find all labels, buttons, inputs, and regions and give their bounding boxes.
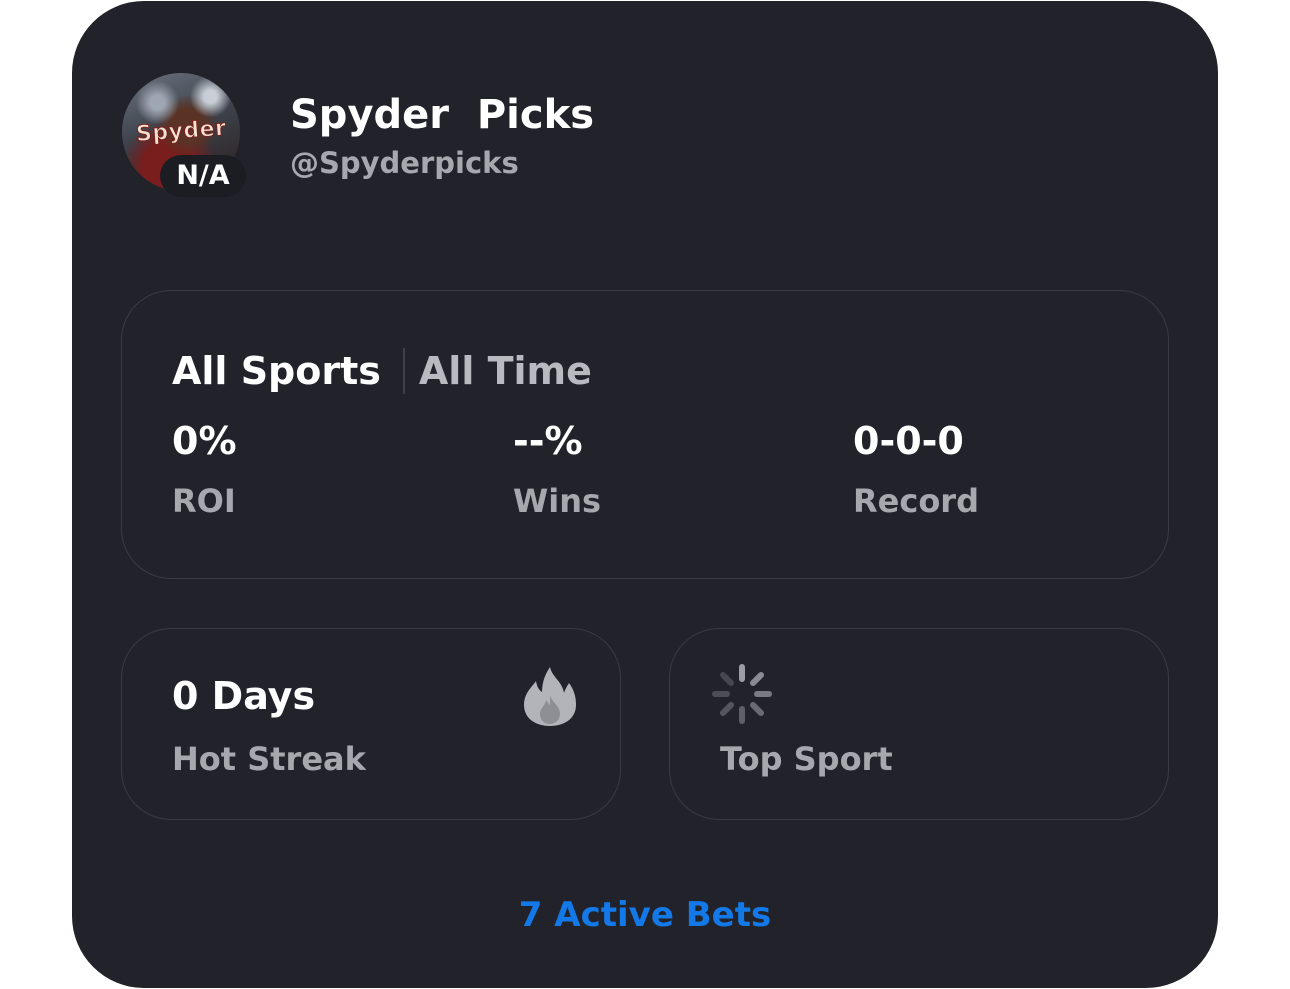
profile-name: Spyder Picks — [290, 92, 595, 138]
roi-label: ROI — [172, 482, 236, 520]
stats-panel: All Sports All Time 0% ROI --% Wins 0-0-… — [121, 290, 1169, 579]
time-filter[interactable]: All Time — [419, 343, 592, 399]
profile-card: Spyder N/A Spyder Picks @Spyderpicks All… — [72, 1, 1218, 988]
wins-stat: --% Wins — [513, 413, 601, 523]
hot-streak-label: Hot Streak — [172, 740, 366, 778]
hot-streak-value: 0 Days — [172, 674, 316, 718]
record-stat: 0-0-0 Record — [853, 413, 979, 523]
active-bets-link[interactable]: 7 Active Bets — [72, 891, 1218, 939]
top-sport-card[interactable]: Top Sport — [669, 628, 1169, 820]
wins-label: Wins — [513, 482, 602, 520]
sport-filter[interactable]: All Sports — [172, 343, 381, 399]
record-value: 0-0-0 — [853, 419, 964, 463]
hot-streak-card[interactable]: 0 Days Hot Streak — [121, 628, 621, 820]
wins-value: --% — [513, 419, 583, 463]
record-label: Record — [853, 482, 979, 520]
stats-filters: All Sports All Time — [172, 343, 592, 399]
profile-handle: @Spyderpicks — [290, 146, 519, 180]
filter-divider — [402, 348, 405, 394]
rank-badge: N/A — [160, 155, 246, 197]
avatar-container[interactable]: Spyder N/A — [122, 73, 246, 197]
top-sport-label: Top Sport — [720, 740, 893, 778]
roi-stat: 0% ROI — [172, 413, 237, 523]
loading-spinner-icon — [712, 664, 772, 724]
roi-value: 0% — [172, 419, 237, 463]
fire-icon — [524, 667, 576, 726]
avatar-logo-text: Spyder — [135, 115, 228, 148]
